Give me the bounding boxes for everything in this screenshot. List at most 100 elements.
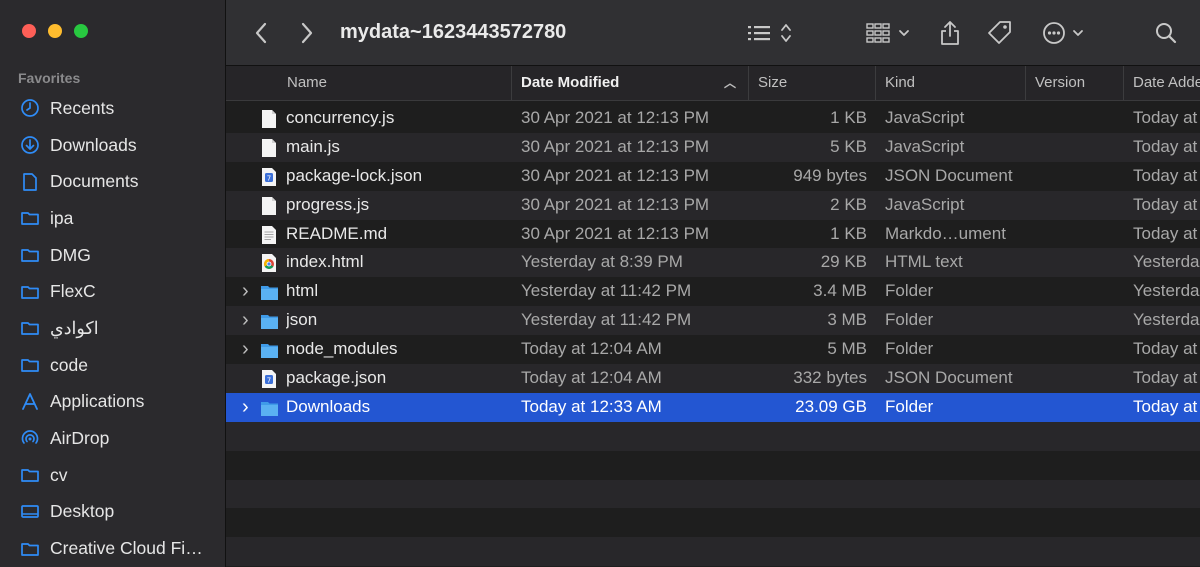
sidebar-item[interactable]: Desktop: [0, 494, 225, 531]
file-row[interactable]: › node_modules Today at 12:04 AM 5 MB Folder…: [226, 335, 1200, 365]
column-date-modified[interactable]: Date Modified ︿: [511, 66, 748, 100]
file-date-added: Yesterda: [1133, 281, 1200, 301]
json-file-icon: 7: [260, 167, 278, 187]
folder-icon: [260, 398, 278, 418]
file-icon: [260, 138, 278, 158]
sidebar-item[interactable]: Documents: [0, 163, 225, 200]
file-row[interactable]: 7 package-lock.json 30 Apr 2021 at 12:13 P…: [226, 161, 1200, 191]
file-size: 332 bytes: [793, 368, 867, 388]
file-row[interactable]: concurrency.js 30 Apr 2021 at 12:13 PM 1 K…: [226, 104, 1200, 133]
file-name: progress.js: [286, 194, 370, 214]
file-row[interactable]: › Downloads Today at 12:33 AM 23.09 GB Folde…: [226, 392, 1200, 422]
file-size: 2 KB: [830, 194, 867, 214]
file-kind: JavaScript: [885, 108, 965, 127]
column-date-added[interactable]: Date Adde: [1123, 66, 1200, 100]
sidebar-item-label: Creative Cloud Fi…: [50, 538, 203, 559]
share-button[interactable]: [939, 0, 961, 65]
file-row[interactable]: README.md 30 Apr 2021 at 12:13 PM 1 KB Mark…: [226, 219, 1200, 249]
file-row[interactable]: progress.js 30 Apr 2021 at 12:13 PM 2 KB Ja…: [226, 190, 1200, 220]
empty-row: [226, 508, 1200, 538]
file-date-modified: Yesterday at 11:42 PM: [521, 310, 692, 330]
file-date-added: Today at: [1133, 165, 1198, 185]
disclosure-chevron-icon[interactable]: ›: [242, 277, 254, 306]
file-size: 1 KB: [830, 108, 867, 127]
disclosure-chevron-icon[interactable]: ›: [242, 306, 254, 335]
back-button[interactable]: [254, 0, 268, 65]
file-name: html: [286, 281, 319, 301]
file-date-modified: Today at 12:04 AM: [521, 339, 662, 359]
view-options-button[interactable]: [748, 0, 796, 65]
sidebar-item-label: ipa: [50, 207, 74, 228]
file-icon: [260, 109, 278, 129]
file-date-modified: 30 Apr 2021 at 12:13 PM: [521, 194, 710, 214]
file-row[interactable]: 7 package.json Today at 12:04 AM 332 bytes J…: [226, 364, 1200, 393]
sidebar-item[interactable]: AirDrop: [0, 420, 225, 457]
chevron-left-icon: [255, 22, 267, 43]
sidebar-item[interactable]: code: [0, 347, 225, 384]
sidebar-item-label: Recents: [50, 97, 115, 118]
file-date-modified: Yesterday at 11:42 PM: [521, 281, 692, 301]
column-version[interactable]: Version: [1025, 66, 1123, 100]
sidebar-item-label: Downloads: [50, 134, 137, 155]
column-name[interactable]: Name: [278, 66, 511, 100]
grid-group-icon: [866, 22, 909, 43]
tags-button[interactable]: [986, 0, 1014, 65]
file-date-modified: 30 Apr 2021 at 12:13 PM: [521, 136, 710, 156]
file-date-modified: 30 Apr 2021 at 12:13 PM: [521, 223, 710, 243]
sidebar-item-label: cv: [50, 464, 68, 485]
file-size: 949 bytes: [793, 165, 867, 185]
folder-icon: [260, 311, 278, 331]
sidebar-item[interactable]: cv: [0, 457, 225, 494]
file-date-modified: Today at 12:33 AM: [521, 396, 662, 416]
column-size[interactable]: Size: [748, 66, 875, 100]
favorites-list: Recents Downloads Documents ipa DMG FlexC اكوا…: [0, 90, 225, 567]
disclosure-chevron-icon[interactable]: ›: [242, 393, 254, 422]
file-date-added: Yesterda: [1133, 310, 1200, 330]
sidebar-item[interactable]: Creative Cloud Fi…: [0, 530, 225, 567]
sidebar-item[interactable]: Recents: [0, 90, 225, 127]
sidebar-item[interactable]: ipa: [0, 200, 225, 237]
file-date-modified: 30 Apr 2021 at 12:13 PM: [521, 165, 710, 185]
disclosure-chevron-icon[interactable]: ›: [242, 335, 254, 364]
sidebar-item-label: Desktop: [50, 501, 115, 522]
group-button[interactable]: [866, 0, 912, 65]
sidebar-item[interactable]: Downloads: [0, 127, 225, 164]
clock-icon: [20, 98, 40, 118]
applications-icon: [20, 392, 40, 412]
file-row[interactable]: › html Yesterday at 11:42 PM 3.4 MB Folder Ye…: [226, 277, 1200, 307]
sidebar-item[interactable]: اكوادي: [0, 310, 225, 347]
sidebar-item[interactable]: FlexC: [0, 273, 225, 310]
forward-button[interactable]: [300, 0, 314, 65]
file-size: 5 MB: [827, 339, 867, 359]
file-date-modified: Yesterday at 8:39 PM: [521, 252, 683, 272]
sidebar: Favorites Recents Downloads Documents ipa DM…: [0, 0, 226, 567]
search-button[interactable]: [1154, 0, 1178, 65]
file-row[interactable]: index.html Yesterday at 8:39 PM 29 KB HTML …: [226, 248, 1200, 278]
file-row[interactable]: › json Yesterday at 11:42 PM 3 MB Folder Yest…: [226, 306, 1200, 336]
file-size: 3 MB: [827, 310, 867, 330]
file-size: 5 KB: [830, 136, 867, 156]
file-kind: Markdo…ument: [885, 223, 1006, 243]
sidebar-item[interactable]: DMG: [0, 237, 225, 274]
file-kind: Folder: [885, 281, 934, 301]
file-name: package.json: [286, 368, 387, 388]
column-kind[interactable]: Kind: [875, 66, 1025, 100]
file-kind: JavaScript: [885, 194, 965, 214]
file-date-modified: 30 Apr 2021 at 12:13 PM: [521, 108, 710, 127]
chevron-right-icon: [301, 22, 313, 43]
minimize-window-button[interactable]: [48, 24, 62, 38]
chrome-file-icon: [260, 253, 278, 273]
folder-icon: [20, 355, 40, 375]
file-name: README.md: [286, 223, 388, 243]
json-file-icon: 7: [260, 369, 278, 389]
sidebar-item[interactable]: Applications: [0, 384, 225, 421]
file-date-added: Today at: [1133, 194, 1198, 214]
action-button[interactable]: [1042, 0, 1088, 65]
share-icon: [941, 20, 959, 45]
zoom-window-button[interactable]: [74, 24, 88, 38]
close-window-button[interactable]: [22, 24, 36, 38]
file-row[interactable]: main.js 30 Apr 2021 at 12:13 PM 5 KB JavaSc…: [226, 132, 1200, 162]
file-date-added: Today at: [1133, 108, 1198, 127]
sidebar-item-label: DMG: [50, 244, 91, 265]
sidebar-item-label: Documents: [50, 171, 139, 192]
